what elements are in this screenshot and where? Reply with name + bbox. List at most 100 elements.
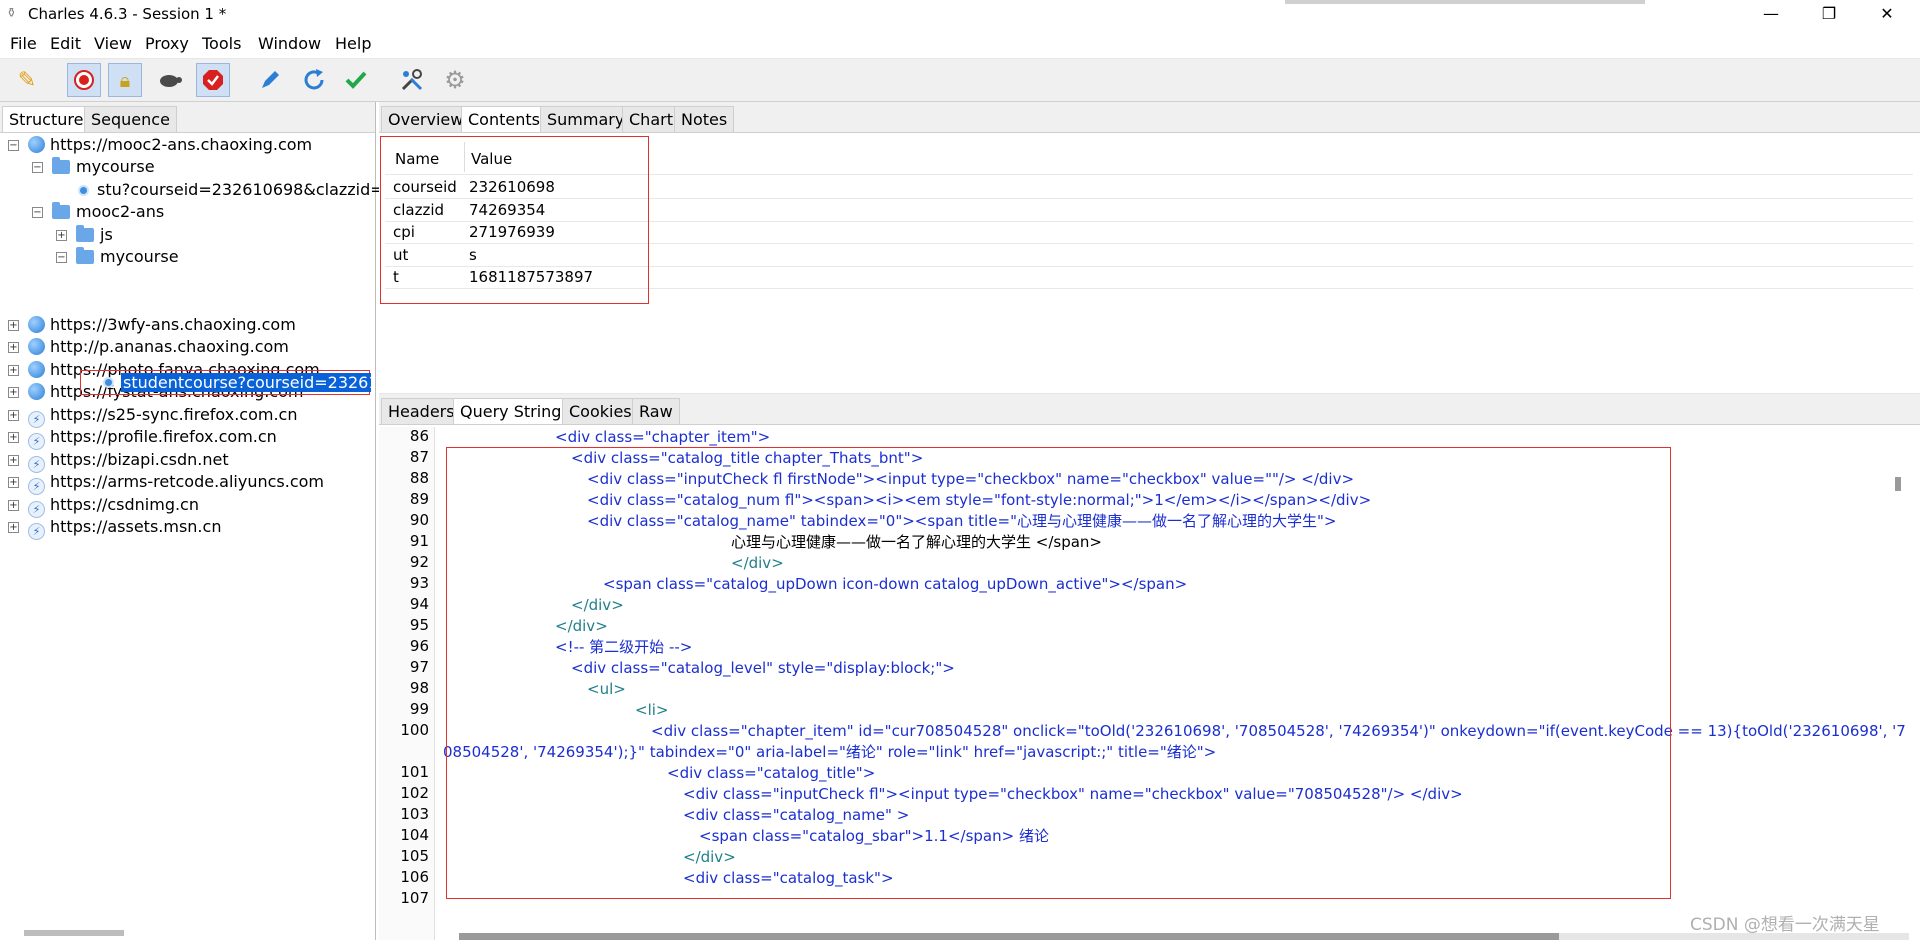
tree-host-node[interactable]: https://3wfy-ans.chaoxing.com xyxy=(28,314,296,336)
tree-node-label: https://3wfy-ans.chaoxing.com xyxy=(50,315,296,334)
line-number: 95 xyxy=(409,616,429,634)
menu-window[interactable]: Window xyxy=(258,34,321,53)
tab-cookies[interactable]: Cookies xyxy=(562,398,639,424)
tree-host-node[interactable]: ⚡ https://arms-retcode.aliyuncs.com xyxy=(28,471,324,495)
tree-node-label: https://assets.msn.cn xyxy=(50,517,222,536)
tab-headers[interactable]: Headers xyxy=(381,398,462,424)
tab-sequence[interactable]: Sequence xyxy=(84,106,177,132)
line-number: 105 xyxy=(400,847,429,865)
line-number: 92 xyxy=(409,553,429,571)
expand-toggle[interactable]: + xyxy=(8,455,19,466)
tree-host-node[interactable]: http://p.ananas.chaoxing.com xyxy=(28,336,289,358)
tab-structure[interactable]: Structure xyxy=(2,106,91,132)
tree-host-node[interactable]: ⚡ https://csdnimg.cn xyxy=(28,494,199,518)
line-number: 102 xyxy=(400,784,429,802)
tab-notes[interactable]: Notes xyxy=(674,106,735,132)
response-source-view[interactable]: 86 87 88 89 90 91 92 93 94 95 96 97 98 9… xyxy=(379,427,1920,940)
expand-toggle[interactable]: + xyxy=(8,500,19,511)
horizontal-scrollbar[interactable] xyxy=(24,930,124,936)
collapse-toggle[interactable]: − xyxy=(8,140,19,151)
tree-node-label: js xyxy=(100,225,113,244)
tree-node-label: https://mooc2-ans.chaoxing.com xyxy=(50,135,313,154)
tree-host-node[interactable]: ⚡ https://bizapi.csdn.net xyxy=(28,449,229,473)
collapse-toggle[interactable]: − xyxy=(32,162,43,173)
validate-check-icon[interactable] xyxy=(339,63,373,97)
collapse-toggle[interactable]: − xyxy=(32,207,43,218)
tab-raw[interactable]: Raw xyxy=(632,398,680,424)
collapse-toggle[interactable]: − xyxy=(56,252,67,263)
line-number: 86 xyxy=(409,427,429,445)
line-number: 96 xyxy=(409,637,429,655)
menu-bar: File Edit View Proxy Tools Window Help xyxy=(0,28,1920,59)
line-number: 89 xyxy=(409,490,429,508)
tab-overview[interactable]: Overview xyxy=(381,106,471,132)
menu-tools[interactable]: Tools xyxy=(202,34,241,53)
line-number: 87 xyxy=(409,448,429,466)
tree-host-node[interactable]: ⚡ https://assets.msn.cn xyxy=(28,516,222,540)
menu-view[interactable]: View xyxy=(94,34,132,53)
tree-folder-node[interactable]: js xyxy=(76,224,113,246)
line-number: 107 xyxy=(400,889,429,907)
menu-edit[interactable]: Edit xyxy=(50,34,81,53)
globe-icon xyxy=(28,383,45,400)
menu-proxy[interactable]: Proxy xyxy=(145,34,189,53)
expand-toggle[interactable]: + xyxy=(8,477,19,488)
scrollbar-thumb[interactable] xyxy=(459,933,1559,940)
charles-app-icon: ⚱ xyxy=(6,6,17,21)
tree-folder-node[interactable]: mycourse xyxy=(76,246,179,268)
tree-node-label: https://profile.firefox.com.cn xyxy=(50,427,277,446)
tree-folder-node[interactable]: mooc2-ans xyxy=(52,201,164,223)
tree-node-label: http://p.ananas.chaoxing.com xyxy=(50,337,289,356)
close-button[interactable]: ✕ xyxy=(1858,0,1916,28)
settings-gear-icon[interactable]: ⚙ xyxy=(438,63,472,97)
compose-pen-icon[interactable] xyxy=(253,63,287,97)
tree-folder-node[interactable]: mycourse xyxy=(52,156,155,178)
selected-request-node[interactable]: studentcourse?courseid=232610 xyxy=(80,370,371,395)
breakpoint-icon[interactable] xyxy=(196,63,230,97)
throttle-turtle-icon[interactable] xyxy=(152,63,186,97)
expand-toggle[interactable]: + xyxy=(8,410,19,421)
detail-tabs: Overview Contents Summary Chart Notes xyxy=(379,102,1920,133)
line-number: 106 xyxy=(400,868,429,886)
maximize-button[interactable]: ❐ xyxy=(1800,0,1858,28)
code-line: <div class="chapter_item"> xyxy=(555,428,771,446)
ssl-lock-icon[interactable]: 🔒︎ xyxy=(108,63,142,97)
expand-toggle[interactable]: + xyxy=(8,522,19,533)
tab-summary[interactable]: Summary xyxy=(540,106,632,132)
tab-query-string[interactable]: Query String xyxy=(453,398,569,424)
tools-icon[interactable] xyxy=(395,63,429,97)
watermark: CSDN @想看一次满天星 xyxy=(1690,915,1880,935)
title-bar-strip xyxy=(1285,0,1645,4)
tree-host-node[interactable]: https://mooc2-ans.chaoxing.com xyxy=(28,134,312,156)
broom-icon[interactable]: ✎ xyxy=(10,63,44,97)
tab-contents[interactable]: Contents xyxy=(461,106,547,132)
expand-toggle[interactable]: + xyxy=(8,387,19,398)
record-icon[interactable] xyxy=(67,63,101,97)
expand-toggle[interactable]: + xyxy=(8,365,19,376)
globe-icon xyxy=(28,361,45,378)
vertical-scrollbar[interactable] xyxy=(1895,477,1901,491)
tree-host-node[interactable]: ⚡ https://s25-sync.firefox.com.cn xyxy=(28,404,297,428)
expand-toggle[interactable]: + xyxy=(56,230,67,241)
params-highlight-box xyxy=(380,136,649,304)
code-highlight-box xyxy=(446,447,1671,899)
lightning-icon: ⚡ xyxy=(28,523,45,540)
minimize-button[interactable]: — xyxy=(1742,0,1800,28)
tree-request-node[interactable]: stu?courseid=232610698&clazzid=74 xyxy=(78,179,404,201)
tree-host-node[interactable]: ⚡ https://profile.firefox.com.cn xyxy=(28,426,277,450)
title-bar: ⚱ Charles 4.6.3 - Session 1 * — ❐ ✕ xyxy=(0,0,1920,28)
expand-toggle[interactable]: + xyxy=(8,432,19,443)
tab-chart[interactable]: Chart xyxy=(622,106,680,132)
toolbar: ✎ 🔒︎ ⚙ xyxy=(0,59,1920,102)
lightning-icon: ⚡ xyxy=(28,478,45,495)
folder-icon xyxy=(76,247,94,264)
line-number: 88 xyxy=(409,469,429,487)
line-number: 99 xyxy=(409,700,429,718)
menu-help[interactable]: Help xyxy=(335,34,371,53)
line-number: 100 xyxy=(400,721,429,739)
expand-toggle[interactable]: + xyxy=(8,342,19,353)
tree-node-label: https://bizapi.csdn.net xyxy=(50,450,229,469)
expand-toggle[interactable]: + xyxy=(8,320,19,331)
repeat-icon[interactable] xyxy=(297,63,331,97)
menu-file[interactable]: File xyxy=(10,34,37,53)
